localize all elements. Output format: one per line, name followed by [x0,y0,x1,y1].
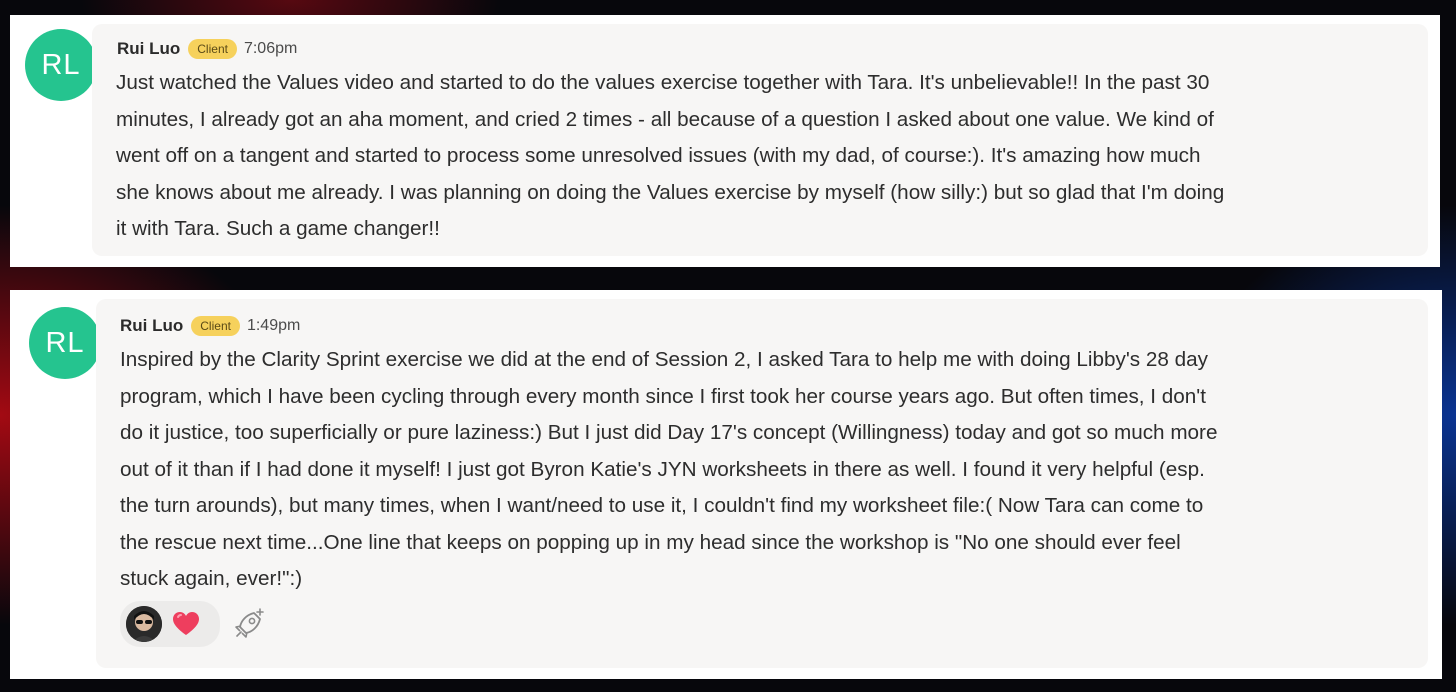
author-name[interactable]: Rui Luo [120,316,183,336]
message-timestamp: 7:06pm [243,40,298,57]
message-card: RL Rui Luo Client 7:06pm Just watched th… [10,15,1440,267]
author-avatar[interactable]: RL [29,307,101,379]
heart-icon [173,612,199,635]
message-line: the rescue next time...One line that kee… [120,530,1181,554]
user-avatar-icon [126,606,162,642]
message-line: Just watched the Values video and starte… [116,71,1210,94]
message-header: Rui Luo Client 7:06pm [117,37,297,61]
rocket-sparkle-icon[interactable] [232,607,266,641]
message-text: Inspired by the Clarity Sprint exercise … [120,342,1420,598]
message-timestamp: 1:49pm [246,317,301,334]
author-avatar[interactable]: RL [25,29,97,101]
message-line: it with Tara. Such a game changer!! [116,217,440,240]
role-badge: Client [191,316,240,336]
message-card: RL Rui Luo Client 1:49pm Inspired by the… [10,290,1442,679]
author-name[interactable]: Rui Luo [117,39,180,59]
message-line: program, which I have been cycling throu… [120,384,1206,408]
message-line: do it justice, too superficially or pure… [120,421,1218,444]
message-line: Inspired by the Clarity Sprint exercise … [120,348,1208,371]
role-badge: Client [188,39,237,59]
message-header: Rui Luo Client 1:49pm [120,314,300,338]
message-line: out of it than if I had done it myself! … [120,457,1205,481]
message-line: stuck again, ever!":) [120,567,303,590]
heart-reaction[interactable] [120,601,220,647]
message-line: went off on a tangent and started to pro… [116,144,1201,167]
message-line: the turn arounds), but many times, when … [120,494,1204,517]
message-text: Just watched the Values video and starte… [116,65,1416,248]
message-line: minutes, I already got an aha moment, an… [116,107,1214,131]
message-line: she knows about me already. I was planni… [116,180,1225,204]
reactions-bar [120,601,266,647]
